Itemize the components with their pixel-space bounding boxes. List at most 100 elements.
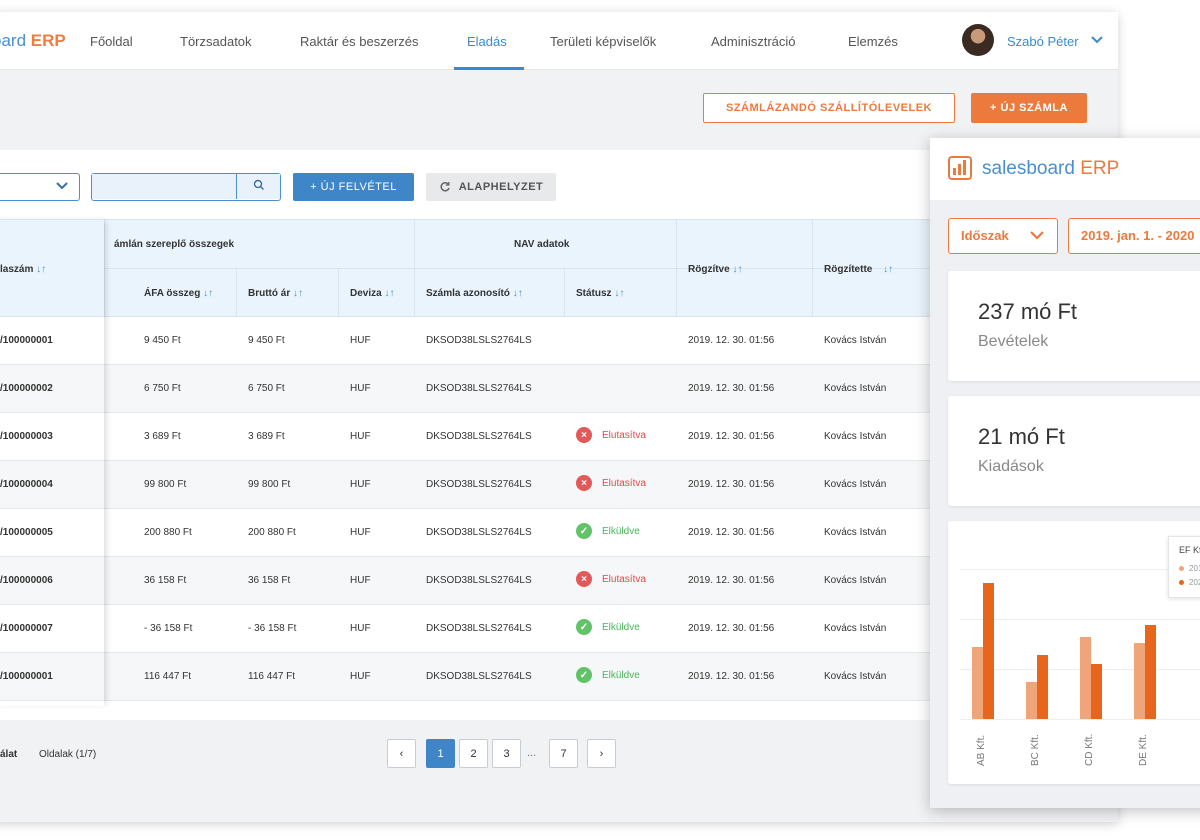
invoiceable-delivery-notes-button[interactable]: SZÁMLÁZANDÓ SZÁLLÍTÓLEVELEK bbox=[703, 93, 955, 123]
cell-currency: HUF bbox=[350, 527, 371, 538]
reset-button[interactable]: ALAPHELYZET bbox=[426, 173, 556, 201]
search-button[interactable] bbox=[236, 174, 280, 199]
chevron-down-icon[interactable] bbox=[1090, 32, 1104, 49]
cell-invoice-no: /100000007 bbox=[0, 623, 53, 634]
dashboard-brand[interactable]: salesboard ERP bbox=[982, 158, 1119, 180]
nav-item-regional-reps[interactable]: Területi képviselők bbox=[550, 34, 656, 49]
cell-vat: 9 450 Ft bbox=[144, 335, 181, 346]
cell-vat: 6 750 Ft bbox=[144, 383, 181, 394]
column-divider bbox=[676, 220, 677, 318]
cell-recorded: 2019. 12. 30. 01:56 bbox=[688, 527, 775, 538]
cell-currency: HUF bbox=[350, 479, 371, 490]
page-button-7[interactable]: 7 bbox=[549, 739, 578, 768]
cell-recorder: Kovács István bbox=[824, 527, 887, 538]
revenue-value: 237 mó Ft bbox=[978, 299, 1078, 324]
column-header-label: ÁFA összeg bbox=[144, 288, 201, 299]
cell-gross: 6 750 Ft bbox=[248, 383, 285, 394]
cell-invoice-no: /100000006 bbox=[0, 575, 53, 586]
column-header-invoice-no[interactable]: laszám ↓↑ bbox=[0, 264, 46, 275]
column-header-status[interactable]: Státusz ↓↑ bbox=[576, 288, 624, 299]
cell-recorded: 2019. 12. 30. 01:56 bbox=[688, 575, 775, 586]
status-label: Elutasítva bbox=[602, 429, 646, 441]
status-label: Elküldve bbox=[602, 669, 640, 681]
nav-item-master-data[interactable]: Törzsadatok bbox=[180, 34, 252, 49]
cell-recorded: 2019. 12. 30. 01:56 bbox=[688, 431, 775, 442]
cell-invoice-no: /100000004 bbox=[0, 479, 53, 490]
column-header-currency[interactable]: Deviza ↓↑ bbox=[350, 288, 394, 299]
x-tick-label: BC Kft. bbox=[1030, 734, 1041, 766]
status-badge: ✓ Elküldve bbox=[576, 619, 640, 635]
rejected-icon: × bbox=[576, 571, 592, 587]
user-name[interactable]: Szabó Péter bbox=[1007, 34, 1079, 49]
cell-recorder: Kovács István bbox=[824, 383, 887, 394]
expense-card: 21 mó Ft Kiadások bbox=[948, 396, 1200, 506]
status-badge: × Elutasítva bbox=[576, 475, 646, 491]
prev-page-button[interactable]: ‹ bbox=[387, 739, 416, 768]
bar-2019-1[interactable] bbox=[972, 647, 983, 719]
x-tick-label: AB Kft. bbox=[976, 734, 987, 766]
nav-item-warehouse[interactable]: Raktár és beszerzés bbox=[300, 34, 419, 49]
column-header-gross[interactable]: Bruttó ár ↓↑ bbox=[248, 288, 303, 299]
new-invoice-button[interactable]: + ÚJ SZÁMLA bbox=[971, 93, 1087, 123]
cell-nav-id: DKSOD38LSLS2764LS bbox=[426, 527, 532, 538]
column-header-nav-id[interactable]: Számla azonosító ↓↑ bbox=[426, 288, 523, 299]
page-button-2[interactable]: 2 bbox=[459, 739, 488, 768]
bar-2019-2[interactable] bbox=[1026, 682, 1037, 719]
bar-2019-4[interactable] bbox=[1134, 643, 1145, 719]
cell-invoice-no: /100000003 bbox=[0, 431, 53, 442]
expense-label: Kiadások bbox=[978, 458, 1044, 475]
sort-icon: ↓↑ bbox=[614, 288, 625, 299]
column-header-label: Státusz bbox=[576, 288, 612, 299]
group-header-amounts: ámlán szereplő összegek bbox=[114, 239, 235, 250]
column-header-label: Deviza bbox=[350, 288, 382, 299]
column-header-recorded[interactable]: Rögzítve ↓↑ bbox=[688, 264, 742, 275]
cell-nav-id: DKSOD38LSLS2764LS bbox=[426, 431, 532, 442]
nav-item-home[interactable]: Főoldal bbox=[90, 34, 133, 49]
page-button-1[interactable]: 1 bbox=[426, 739, 455, 768]
grid-line bbox=[960, 569, 1200, 570]
column-header-recorder[interactable]: Rögzítette ↓↑ bbox=[824, 264, 893, 275]
column-divider bbox=[812, 220, 813, 318]
cell-currency: HUF bbox=[350, 575, 371, 586]
new-record-button[interactable]: + ÚJ FELVÉTEL bbox=[293, 173, 414, 201]
column-header-label: Számla azonosító bbox=[426, 288, 510, 299]
cell-recorded: 2019. 12. 30. 01:56 bbox=[688, 671, 775, 682]
revenue-card: 237 mó Ft Bevételek bbox=[948, 271, 1200, 381]
cell-recorder: Kovács István bbox=[824, 431, 887, 442]
bar-2019-3[interactable] bbox=[1080, 637, 1091, 719]
page-button-3[interactable]: 3 bbox=[492, 739, 521, 768]
column-divider bbox=[414, 220, 415, 318]
bar-2020-1[interactable] bbox=[983, 583, 994, 719]
cell-nav-id: DKSOD38LSLS2764LS bbox=[426, 335, 532, 346]
bar-2020-2[interactable] bbox=[1037, 655, 1048, 719]
status-badge: ✓ Elküldve bbox=[576, 667, 640, 683]
date-range-select[interactable]: 2019. jan. 1. - 2020 bbox=[1068, 218, 1200, 254]
dashboard-window: salesboard ERP Időszak 2019. jan. 1. - 2… bbox=[930, 138, 1200, 808]
filter-select[interactable] bbox=[0, 173, 80, 201]
x-tick-label: DE Kft. bbox=[1138, 734, 1149, 766]
next-page-button[interactable]: › bbox=[587, 739, 616, 768]
tooltip-row-label: 2020 bbox=[1189, 578, 1200, 587]
reset-icon bbox=[439, 181, 451, 193]
brand-logo[interactable]: oard ERP bbox=[0, 31, 66, 51]
column-header-vat[interactable]: ÁFA összeg ↓↑ bbox=[144, 288, 213, 299]
nav-item-sales[interactable]: Eladás bbox=[467, 34, 507, 49]
user-avatar[interactable] bbox=[962, 24, 994, 56]
cell-gross: 36 158 Ft bbox=[248, 575, 291, 586]
nav-item-analysis[interactable]: Elemzés bbox=[848, 34, 898, 49]
status-label: Elküldve bbox=[602, 525, 640, 537]
bar-2020-3[interactable] bbox=[1091, 664, 1102, 719]
column-header-label: Rögzítve bbox=[688, 264, 730, 275]
cell-invoice-no: /100000001 bbox=[0, 671, 53, 682]
nav-item-administration[interactable]: Adminisztráció bbox=[711, 34, 796, 49]
search-input[interactable] bbox=[92, 174, 236, 199]
cell-nav-id: DKSOD38LSLS2764LS bbox=[426, 671, 532, 682]
group-header-nav: NAV adatok bbox=[514, 239, 570, 250]
column-divider bbox=[338, 268, 339, 318]
period-select[interactable]: Időszak bbox=[948, 218, 1058, 254]
cell-recorder: Kovács István bbox=[824, 623, 887, 634]
column-divider bbox=[564, 268, 565, 318]
cell-recorded: 2019. 12. 30. 01:56 bbox=[688, 479, 775, 490]
status-badge: × Elutasítva bbox=[576, 571, 646, 587]
bar-2020-4[interactable] bbox=[1145, 625, 1156, 719]
